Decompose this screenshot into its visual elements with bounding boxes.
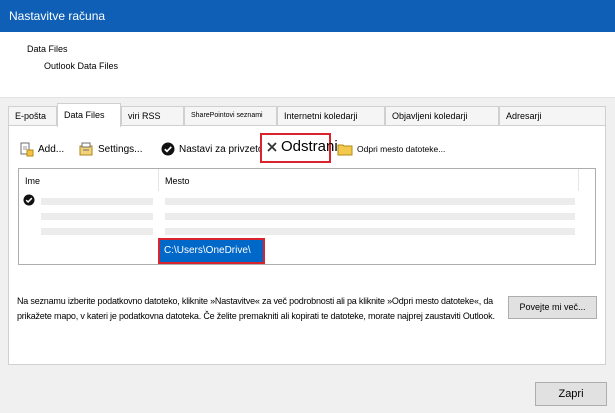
list-item[interactable] — [41, 228, 153, 235]
list-item-location — [165, 228, 575, 235]
tab-data-files[interactable]: Data Files — [57, 103, 121, 127]
tab-internet-calendars[interactable]: Internetni koledarji — [277, 106, 385, 126]
settings-icon — [79, 142, 93, 156]
tab-email[interactable]: E-pošta — [8, 106, 57, 126]
list-item[interactable] — [41, 198, 153, 205]
settings-label: Settings... — [98, 143, 143, 155]
header-title: Data Files — [27, 44, 68, 54]
set-default-label: Nastavi za privzeto — [179, 143, 264, 155]
tab-sharepoint[interactable]: SharePointovi seznami — [184, 106, 277, 126]
settings-button[interactable]: Settings... — [78, 137, 142, 161]
close-button[interactable]: Zapri — [535, 382, 607, 406]
add-button[interactable]: Add... — [18, 137, 64, 161]
tab-address-books[interactable]: Adresarji — [499, 106, 606, 126]
toolbar: Add... Settings... Nastavi za privzeto O… — [8, 133, 606, 163]
column-header-name[interactable]: Ime — [19, 169, 159, 191]
set-default-button[interactable]: Nastavi za privzeto — [161, 137, 263, 161]
window-titlebar: Nastavitve računa — [0, 0, 615, 32]
remove-button[interactable]: Odstrani — [260, 133, 338, 163]
list-item[interactable] — [41, 213, 153, 220]
add-label: Add... — [38, 143, 65, 155]
description-text: Na seznamu izberite podatkovno datoteko,… — [17, 296, 495, 321]
selected-path: C:\Users\OneDrive\ — [164, 245, 251, 256]
header-subtitle: Outlook Data Files — [44, 61, 119, 71]
more-info-button[interactable]: Povejte mi več... — [508, 296, 597, 319]
column-header-location[interactable]: Mesto — [159, 169, 579, 191]
remove-label: Odstrani — [281, 138, 338, 155]
tab-strip: E-pošta Data Files viri RSS SharePointov… — [0, 103, 615, 127]
add-file-icon — [20, 142, 34, 157]
list-item-location — [165, 198, 575, 205]
open-location-label: Odpri mesto datoteke... — [357, 144, 446, 154]
tab-published-calendars[interactable]: Objavljeni koledarji — [385, 106, 499, 126]
selected-path-highlight: C:\Users\OneDrive\ — [158, 238, 265, 264]
window-title: Nastavitve računa — [9, 9, 106, 23]
tab-rss[interactable]: viri RSS — [121, 106, 184, 126]
checkmark-circle-icon — [161, 142, 175, 156]
list-item-location — [165, 213, 575, 220]
data-files-list[interactable]: Ime Mesto — [18, 168, 596, 265]
default-checkmark-icon — [23, 194, 35, 209]
open-location-button[interactable]: Odpri mesto datoteke... — [337, 137, 445, 161]
folder-icon — [337, 144, 353, 156]
header-area: Data Files Outlook Data Files — [0, 32, 615, 98]
remove-x-icon — [267, 141, 277, 152]
